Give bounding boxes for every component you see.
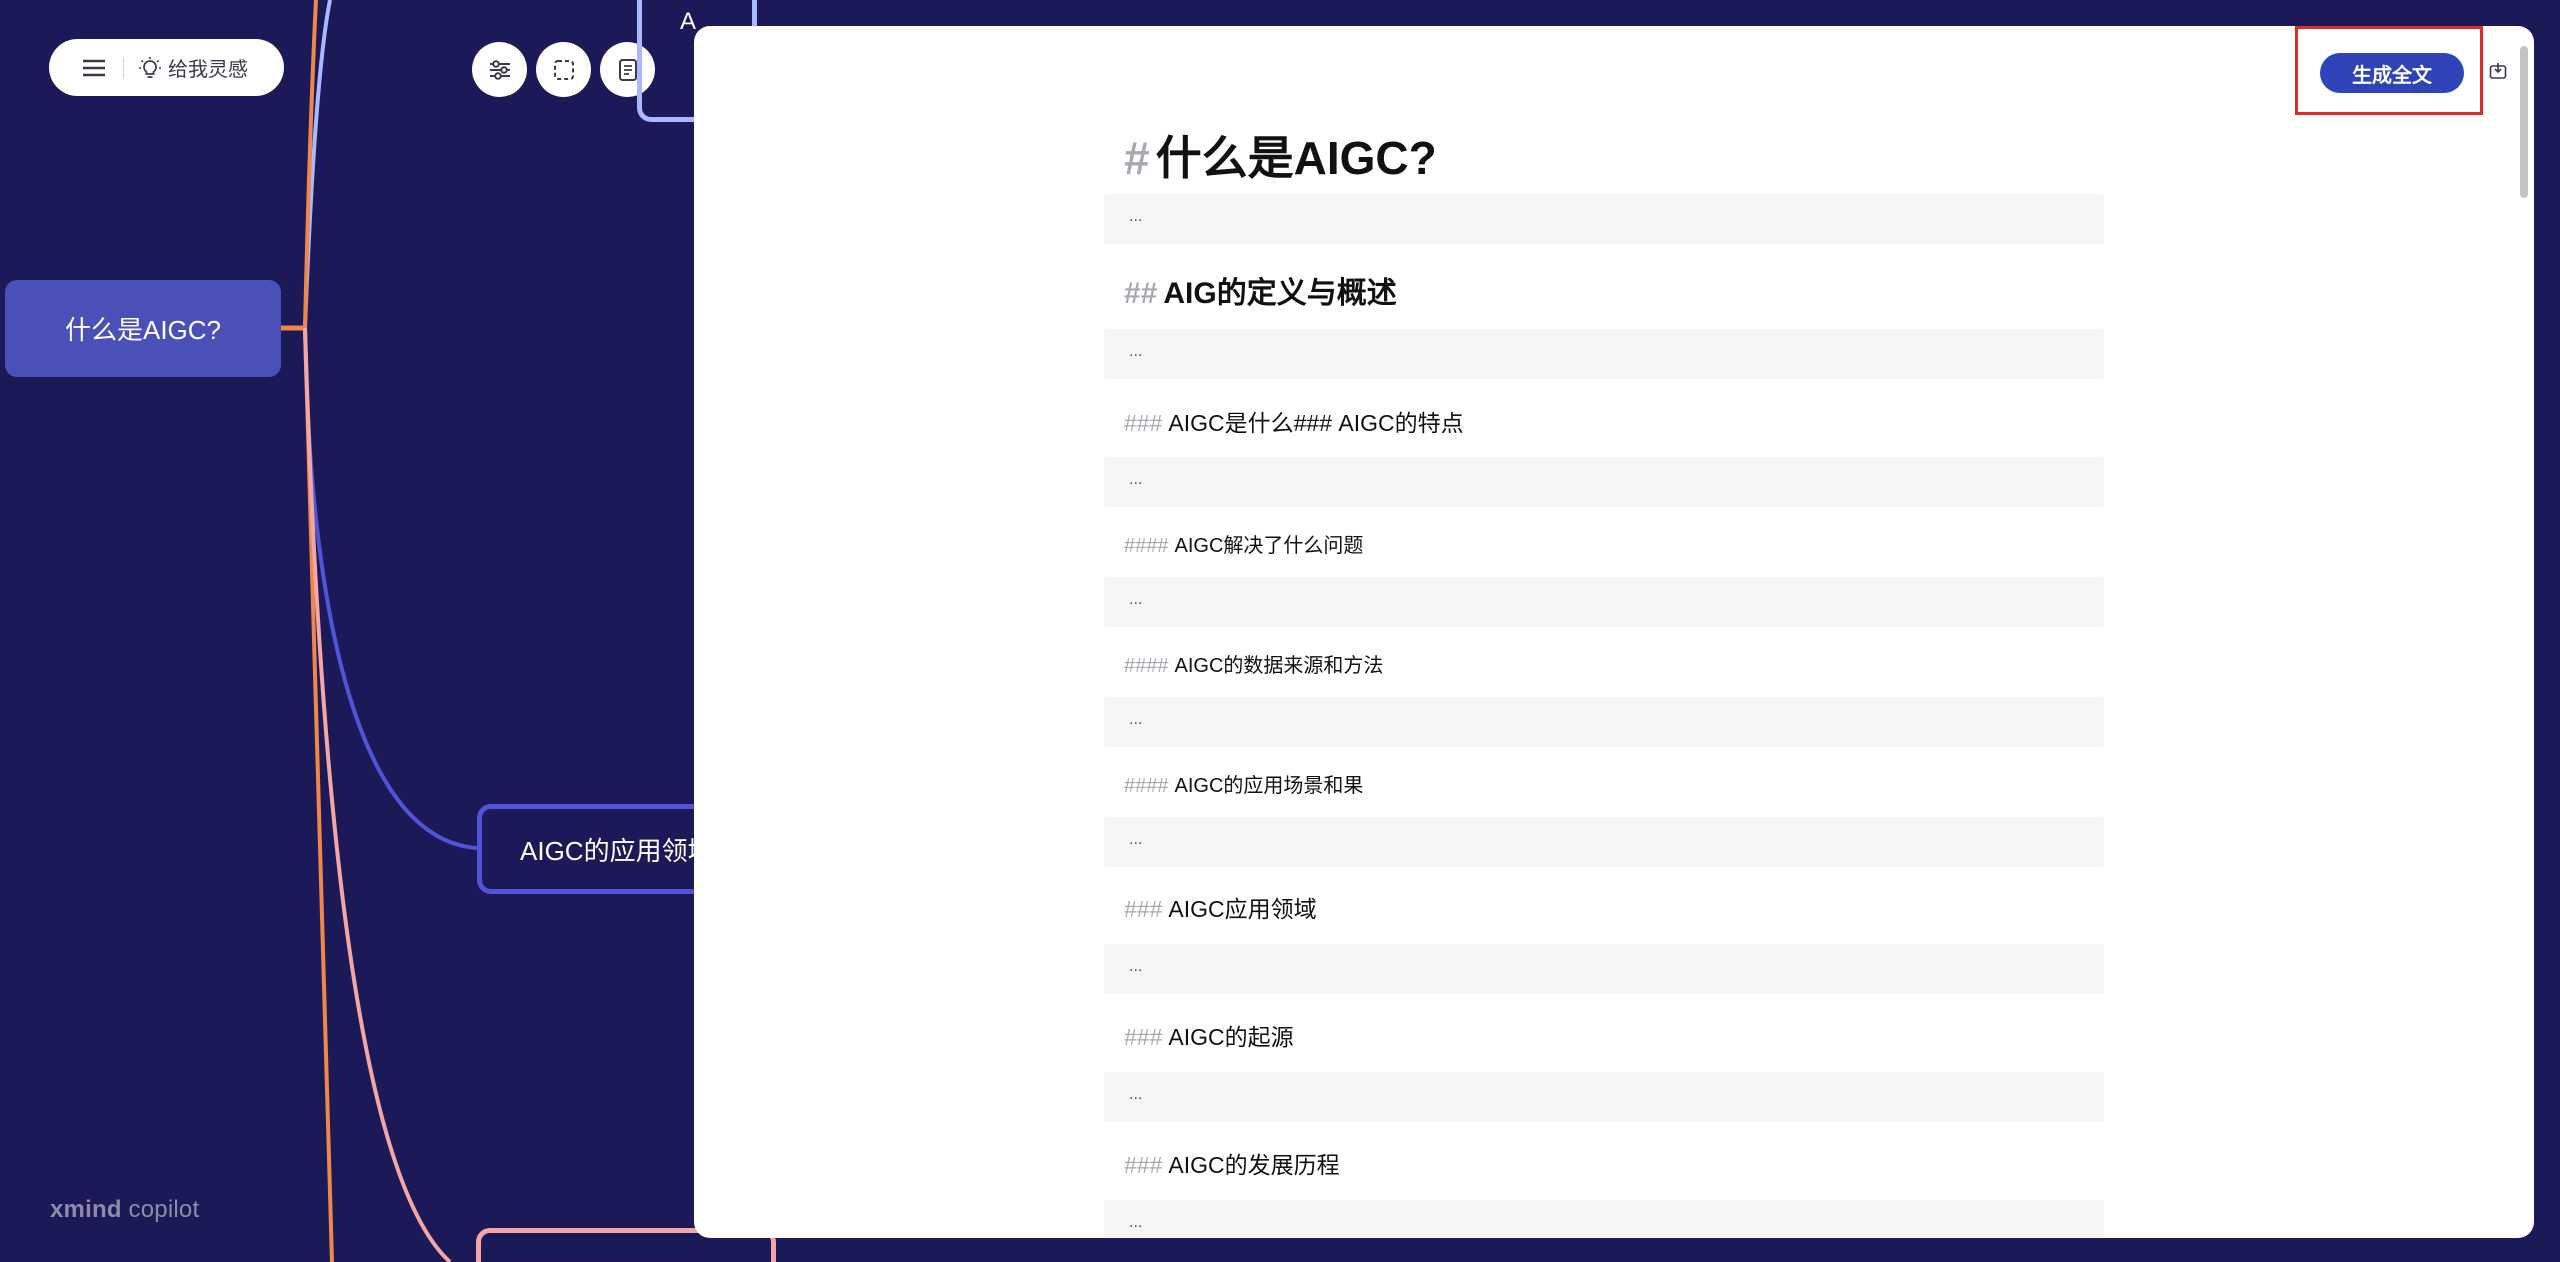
root-topic-label: 什么是AIGC?	[64, 315, 222, 345]
note-placeholder[interactable]: ...	[1104, 944, 2104, 994]
heading-text: AIGC是什么### AIGC的特点	[1168, 410, 1464, 436]
export-icon	[2489, 63, 2507, 79]
placeholder-text: ...	[1129, 1214, 1143, 1231]
export-button[interactable]	[2484, 57, 2512, 85]
select-area-button[interactable]	[536, 42, 591, 97]
top-toolbar: 给我灵感	[49, 39, 284, 96]
heading-marker: ###	[1124, 410, 1163, 436]
heading-3[interactable]: ### AIGC的起源	[1124, 1018, 1294, 1052]
document-icon	[618, 58, 637, 81]
sliders-icon	[489, 59, 510, 80]
inspire-me-label: 给我灵感	[168, 59, 248, 81]
heading-3[interactable]: ### AIGC的发展历程	[1124, 1146, 1340, 1180]
placeholder-text: ...	[1129, 343, 1143, 360]
app-canvas: 给我灵感 A 什么是AIGC? AIGC的应用领域 xmind copilot	[0, 0, 2560, 1262]
placeholder-text: ...	[1129, 591, 1143, 608]
heading-2[interactable]: ## AIG的定义与概述	[1124, 268, 1397, 312]
heading-text: AIGC应用领域	[1168, 896, 1317, 922]
lightbulb-icon	[139, 56, 161, 78]
heading-marker: #	[1124, 132, 1150, 184]
heading-4[interactable]: #### AIGC解决了什么问题	[1124, 529, 1363, 558]
heading-marker: ####	[1124, 655, 1169, 677]
note-placeholder[interactable]: ...	[1104, 1072, 2104, 1122]
note-placeholder[interactable]: ...	[1104, 577, 2104, 627]
note-placeholder[interactable]: ...	[1104, 1200, 2104, 1238]
placeholder-text: ...	[1129, 831, 1143, 848]
menu-button[interactable]	[79, 53, 109, 83]
panel-scrollbar[interactable]	[2520, 46, 2528, 198]
top-topic-label: A	[680, 8, 697, 35]
note-placeholder[interactable]: ...	[1104, 329, 2104, 379]
root-topic-node[interactable]: 什么是AIGC?	[5, 280, 281, 377]
note-placeholder[interactable]: ...	[1104, 697, 2104, 747]
placeholder-text: ...	[1129, 711, 1143, 728]
brand-name-rest: copilot	[121, 1196, 200, 1223]
sub-topic-label: AIGC的应用领域	[520, 835, 714, 866]
heading-marker: ###	[1124, 1152, 1163, 1178]
heading-marker: ##	[1124, 277, 1158, 310]
heading-4[interactable]: #### AIGC的应用场景和果	[1124, 769, 1363, 798]
dashed-selection-icon	[553, 59, 574, 80]
heading-4[interactable]: #### AIGC的数据来源和方法	[1124, 649, 1383, 678]
placeholder-text: ...	[1129, 471, 1143, 488]
heading-marker: ###	[1124, 1024, 1163, 1050]
heading-text: AIGC的起源	[1168, 1024, 1294, 1050]
heading-marker: ###	[1124, 896, 1163, 922]
heading-text: 什么是AIGC?	[1155, 132, 1437, 184]
heading-text: AIGC的发展历程	[1168, 1152, 1340, 1178]
settings-button[interactable]	[472, 42, 527, 97]
toolbar-divider	[123, 56, 124, 79]
heading-text: AIGC的应用场景和果	[1174, 775, 1364, 797]
hamburger-menu-icon	[83, 59, 105, 76]
inspire-me-button[interactable]: 给我灵感	[138, 53, 248, 82]
note-placeholder[interactable]: ...	[1104, 817, 2104, 867]
brand-logo: xmind copilot	[50, 1196, 199, 1224]
heading-marker: ####	[1124, 535, 1169, 557]
generate-full-text-button[interactable]: 生成全文	[2320, 53, 2464, 93]
heading-text: AIG的定义与概述	[1163, 277, 1397, 310]
note-placeholder[interactable]: ...	[1104, 457, 2104, 507]
heading-1[interactable]: # 什么是AIGC?	[1124, 122, 1437, 188]
heading-marker: ####	[1124, 775, 1169, 797]
brand-name-bold: xmind	[50, 1196, 122, 1223]
outline-panel: 生成全文 # 什么是AIGC? ... ## AIG的定义与概述 ... ### AI…	[694, 26, 2534, 1238]
heading-3[interactable]: ### AIGC是什么### AIGC的特点	[1124, 404, 1464, 438]
note-placeholder[interactable]: ...	[1104, 194, 2104, 244]
heading-text: AIGC的数据来源和方法	[1174, 655, 1384, 677]
heading-3[interactable]: ### AIGC应用领域	[1124, 890, 1317, 924]
placeholder-text: ...	[1129, 208, 1143, 225]
placeholder-text: ...	[1129, 958, 1143, 975]
placeholder-text: ...	[1129, 1086, 1143, 1103]
heading-text: AIGC解决了什么问题	[1174, 535, 1364, 557]
